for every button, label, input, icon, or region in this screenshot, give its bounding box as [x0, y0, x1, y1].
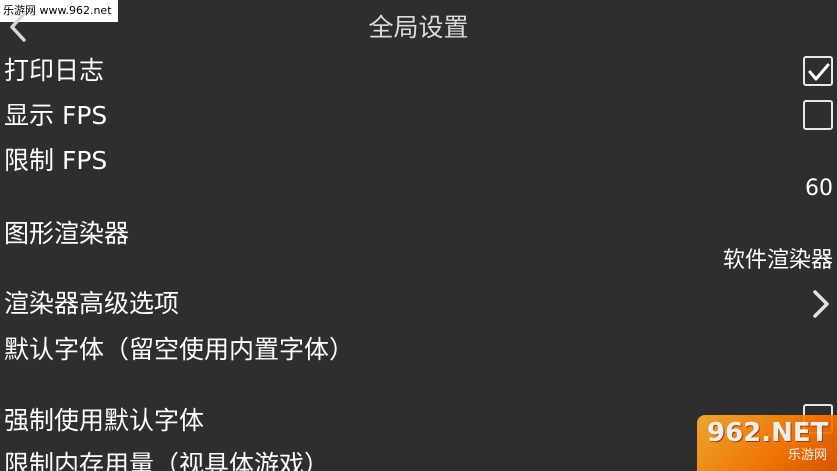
limit-fps-label[interactable]: 限制 FPS — [4, 145, 107, 177]
page-title: 全局设置 — [368, 13, 469, 42]
limit-fps-value: 60 — [805, 176, 833, 201]
print-log-checkbox[interactable] — [803, 56, 833, 86]
settings-screen: 乐游网 www.962.net 全局设置 打印日志 显示 FPS 限制 FPS … — [0, 0, 837, 471]
renderer-advanced-label[interactable]: 渲染器高级选项 — [4, 288, 179, 320]
renderer-value: 软件渲染器 — [722, 248, 833, 273]
renderer-label[interactable]: 图形渲染器 — [4, 218, 129, 250]
checkmark-icon — [808, 63, 830, 81]
chevron-right-icon — [813, 290, 829, 318]
memory-limit-label[interactable]: 限制内存用量（视具体游戏） — [4, 449, 329, 471]
force-default-font-label: 强制使用默认字体 — [4, 406, 205, 435]
watermark-bottom-logo: 962.NET 乐游网 — [697, 415, 837, 471]
watermark-sub-text: 乐游网 — [787, 448, 827, 463]
watermark-logo-text: 962.NET — [707, 418, 829, 448]
print-log-label: 打印日志 — [4, 56, 105, 85]
show-fps-label: 显示 FPS — [4, 101, 108, 130]
show-fps-checkbox[interactable] — [803, 100, 833, 130]
renderer-advanced-button[interactable] — [811, 289, 831, 319]
default-font-label[interactable]: 默认字体（留空使用内置字体） — [4, 334, 354, 366]
